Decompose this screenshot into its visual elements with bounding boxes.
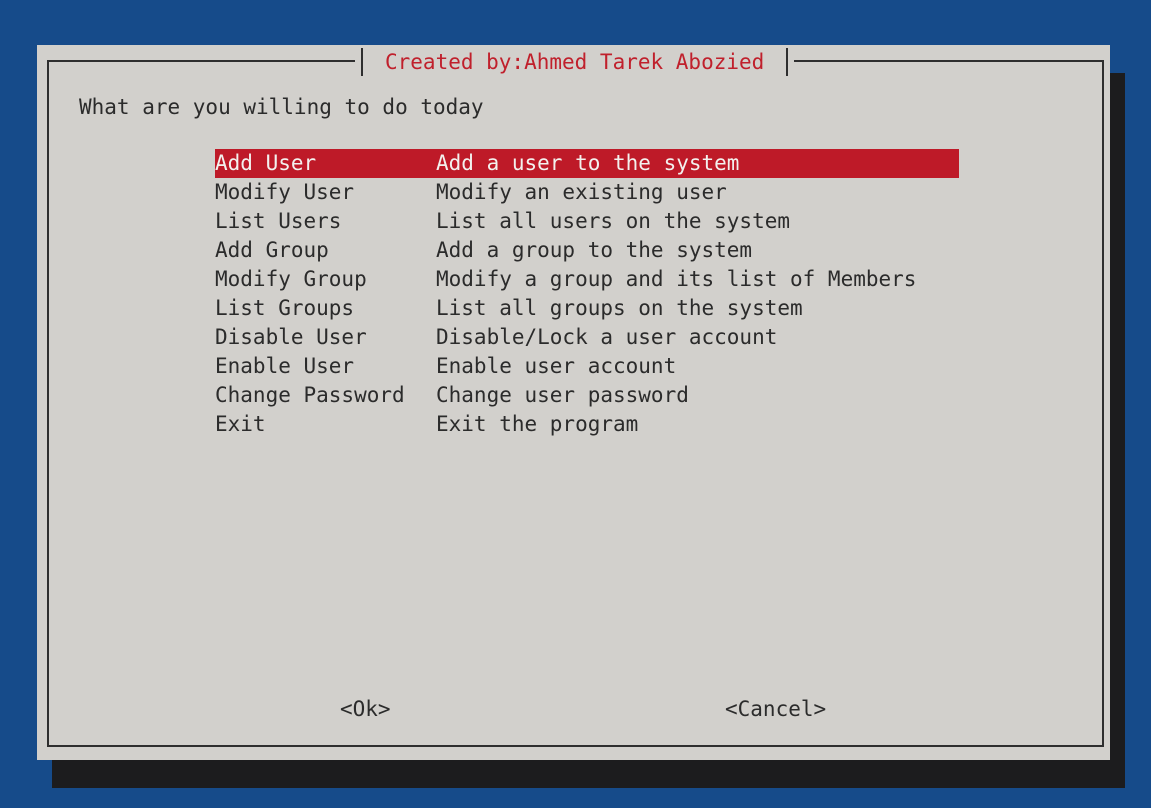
menu-item-tag: List Users <box>215 209 342 233</box>
menu-item-list-users[interactable]: List Users List all users on the system <box>215 207 959 236</box>
ok-button[interactable]: <Ok> <box>340 695 391 723</box>
menu-item-list-groups[interactable]: List Groups List all groups on the syste… <box>215 294 959 323</box>
cancel-button[interactable]: <Cancel> <box>725 695 826 723</box>
menu-item-description: List all users on the system <box>436 209 791 233</box>
menu-item-description: Exit the program <box>436 412 639 436</box>
menu-item-modify-user[interactable]: Modify User Modify an existing user <box>215 178 959 207</box>
menu-item-description: Enable user account <box>436 354 677 378</box>
menu-item-description: List all groups on the system <box>436 296 803 320</box>
title-right-tick <box>786 48 789 76</box>
menu-item-tag: Change Password <box>215 383 405 407</box>
menu-item-description: Modify a group and its list of Members <box>436 267 917 291</box>
menu-item-tag: List Groups <box>215 296 355 320</box>
menu-item-tag: Enable User <box>215 354 355 378</box>
dialog-frame: Created by:Ahmed Tarek Abozied What are … <box>47 48 1104 747</box>
menu-item-change-password[interactable]: Change Password Change user password <box>215 381 959 410</box>
menu-item-tag: Disable User <box>215 325 367 349</box>
dialog-prompt: What are you willing to do today <box>79 95 484 119</box>
menu-item-tag: Add User <box>215 151 317 175</box>
menu-item-description: Modify an existing user <box>436 180 727 204</box>
terminal-background: Created by:Ahmed Tarek Abozied What are … <box>0 0 1151 808</box>
menu-item-add-group[interactable]: Add Group Add a group to the system <box>215 236 959 265</box>
menu-item-description: Disable/Lock a user account <box>436 325 778 349</box>
menu-item-description: Change user password <box>436 383 689 407</box>
dialog-title: Created by:Ahmed Tarek Abozied <box>385 50 765 74</box>
menu-list: Add User Add a user to the system Modify… <box>215 149 959 439</box>
menu-item-modify-group[interactable]: Modify Group Modify a group and its list… <box>215 265 959 294</box>
menu-item-description: Add a user to the system <box>436 151 740 175</box>
menu-item-exit[interactable]: Exit Exit the program <box>215 410 959 439</box>
menu-item-tag: Modify Group <box>215 267 367 291</box>
menu-item-tag: Exit <box>215 412 266 436</box>
menu-item-disable-user[interactable]: Disable User Disable/Lock a user account <box>215 323 959 352</box>
menu-dialog: Created by:Ahmed Tarek Abozied What are … <box>37 45 1110 760</box>
dialog-title-bar: Created by:Ahmed Tarek Abozied <box>355 48 795 76</box>
menu-item-add-user[interactable]: Add User Add a user to the system <box>215 149 959 178</box>
menu-item-tag: Modify User <box>215 180 355 204</box>
menu-item-tag: Add Group <box>215 238 329 262</box>
menu-item-description: Add a group to the system <box>436 238 753 262</box>
menu-item-enable-user[interactable]: Enable User Enable user account <box>215 352 959 381</box>
